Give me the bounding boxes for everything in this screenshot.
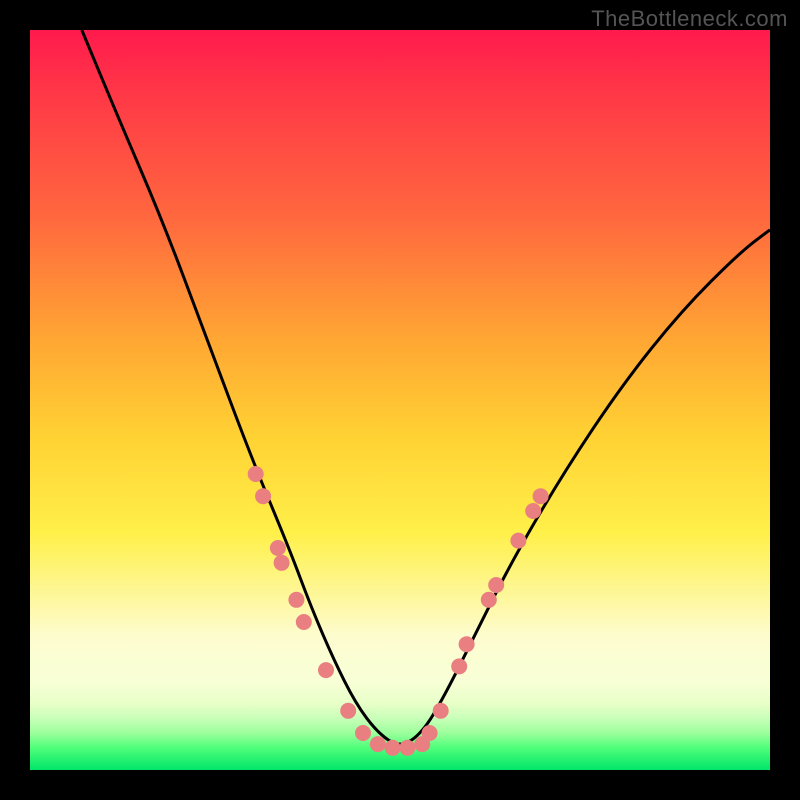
curve-marker: [488, 577, 504, 593]
curve-marker: [340, 703, 356, 719]
curve-marker: [296, 614, 312, 630]
curve-marker: [422, 725, 438, 741]
curve-marker: [318, 662, 334, 678]
curve-markers: [248, 466, 549, 756]
curve-marker: [274, 555, 290, 571]
bottleneck-curve-path: [82, 30, 770, 744]
curve-marker: [459, 636, 475, 652]
curve-marker: [385, 740, 401, 756]
plot-area: [30, 30, 770, 770]
bottleneck-curve: [82, 30, 770, 744]
curve-marker: [248, 466, 264, 482]
curve-marker: [533, 488, 549, 504]
curve-marker: [370, 736, 386, 752]
watermark-text: TheBottleneck.com: [591, 6, 788, 32]
curve-marker: [451, 658, 467, 674]
curve-marker: [525, 503, 541, 519]
chart-svg: [30, 30, 770, 770]
curve-marker: [433, 703, 449, 719]
curve-marker: [510, 533, 526, 549]
curve-marker: [481, 592, 497, 608]
chart-frame: TheBottleneck.com: [0, 0, 800, 800]
curve-marker: [355, 725, 371, 741]
curve-marker: [399, 740, 415, 756]
curve-marker: [255, 488, 271, 504]
curve-marker: [288, 592, 304, 608]
curve-marker: [270, 540, 286, 556]
